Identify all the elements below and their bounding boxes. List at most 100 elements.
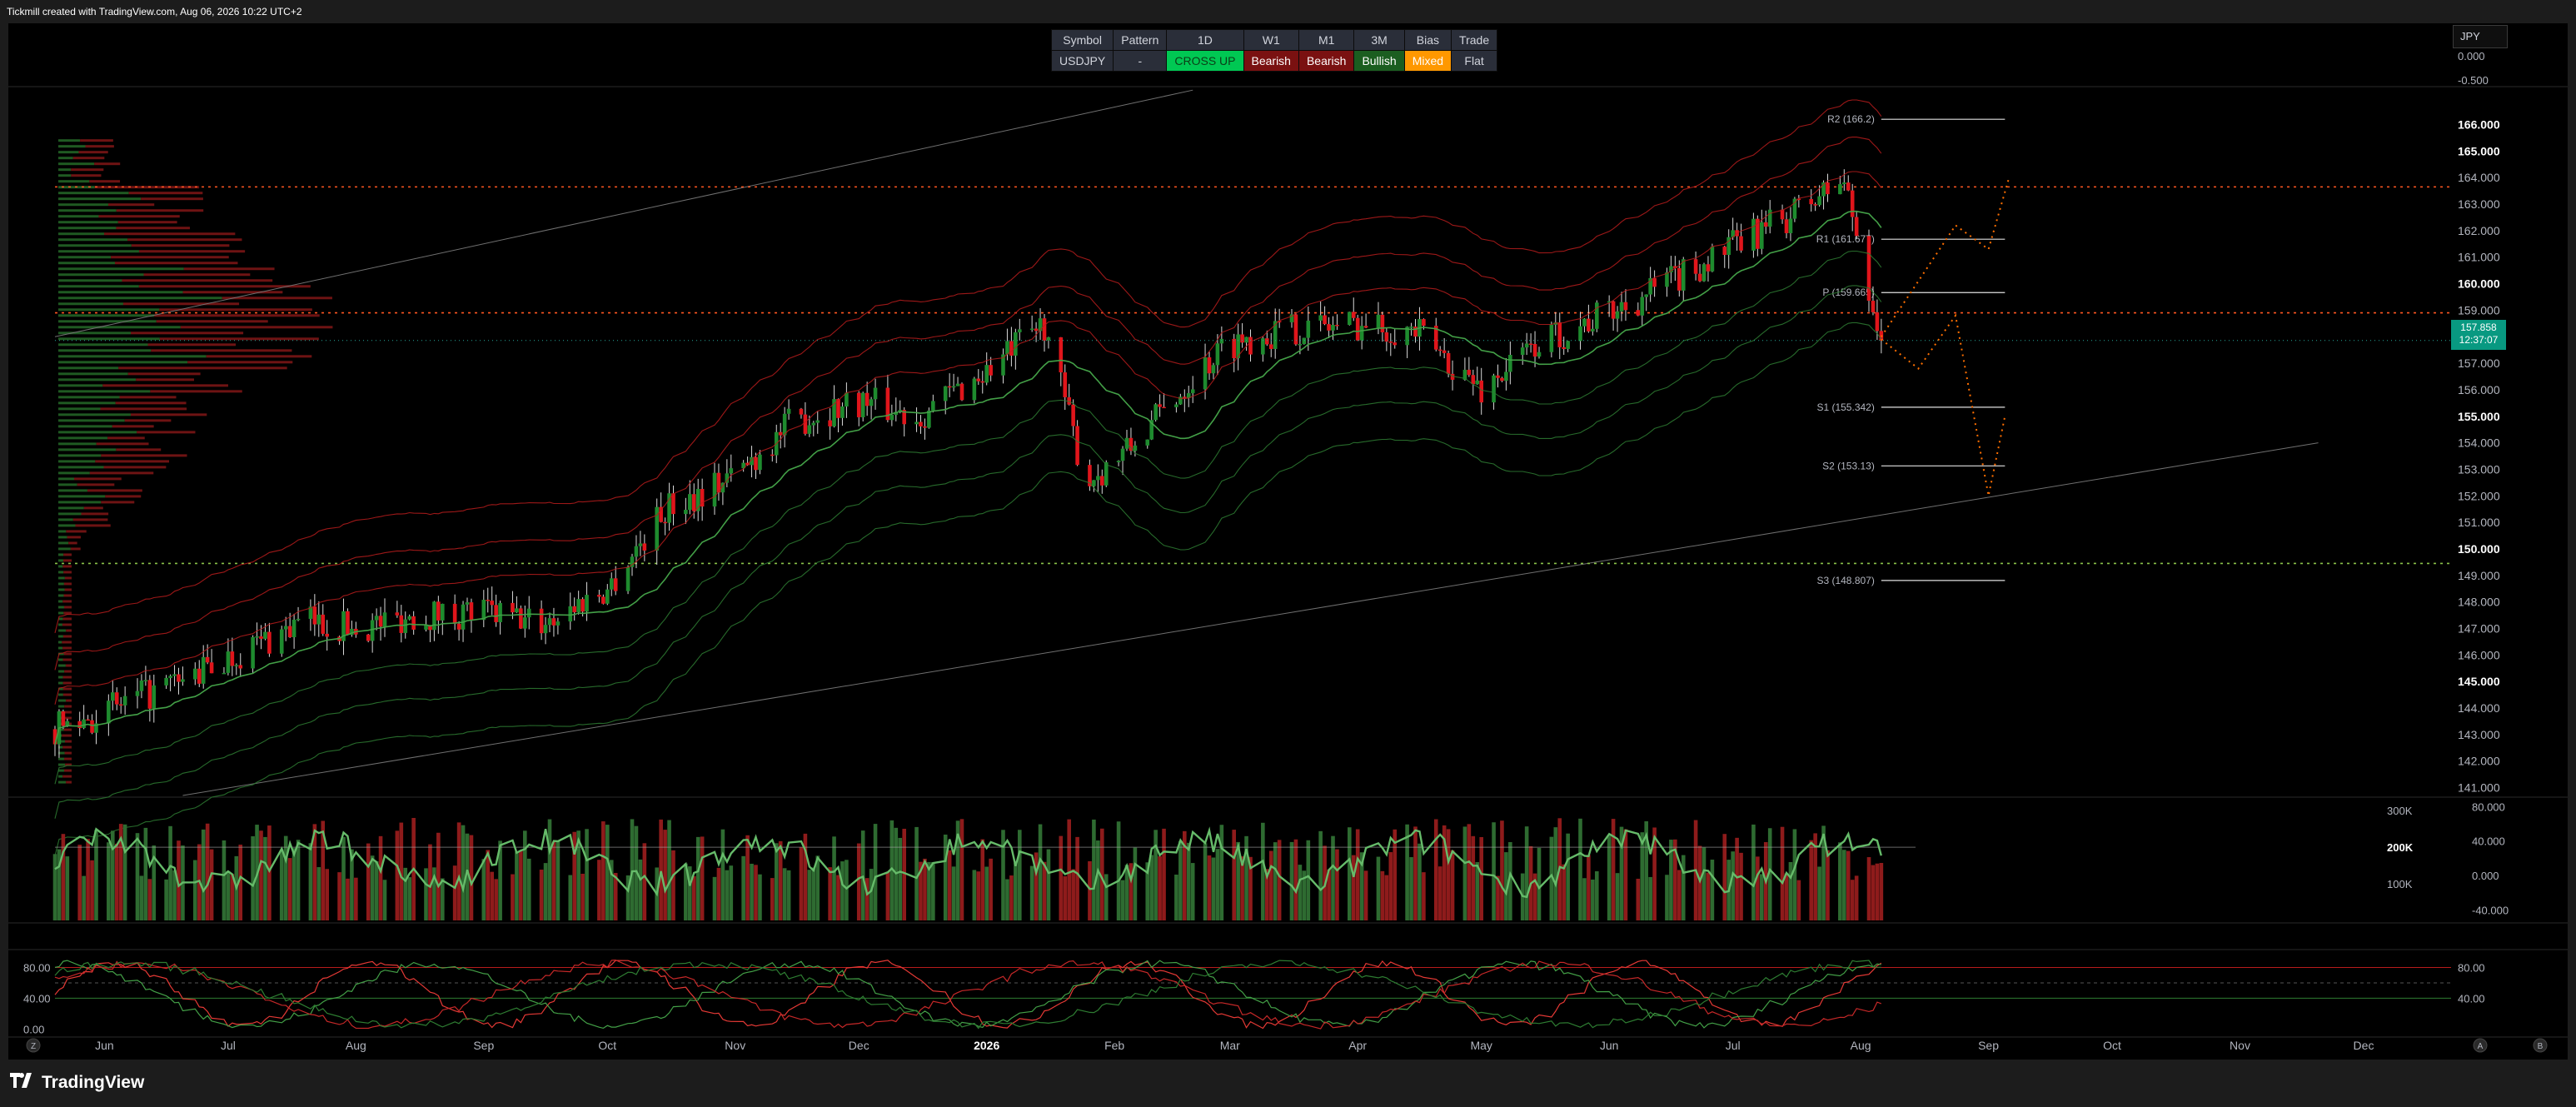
stochastic-left-tick-label: 0.00 xyxy=(23,1023,44,1035)
candle-body xyxy=(193,668,197,680)
candle-body xyxy=(1557,322,1562,347)
chart-canvas[interactable]: 0.000 -0.500 166.000 165.000 164.000 163.000 1… xyxy=(0,0,2576,1060)
volume-bar xyxy=(1838,842,1842,920)
cell-3m: Bullish xyxy=(1353,50,1405,72)
volume-profile-bar-down xyxy=(64,670,72,673)
volume-bar xyxy=(279,849,284,920)
time-axis-tick-label: Feb xyxy=(1104,1039,1124,1052)
volume-bar xyxy=(267,825,272,920)
volume-profile-bar-up xyxy=(58,431,137,434)
candle-body xyxy=(799,408,804,415)
volume-bar xyxy=(370,855,375,920)
volume-bar xyxy=(1219,825,1224,920)
volume-profile-bar-up xyxy=(58,489,87,492)
candle-body xyxy=(1446,352,1451,374)
candle-body xyxy=(1219,338,1224,344)
candle-body xyxy=(1100,476,1104,486)
volume-bar xyxy=(403,867,408,920)
candle-body xyxy=(1693,259,1698,274)
volume-profile-bar-up xyxy=(58,530,67,533)
volume-bar xyxy=(316,867,321,920)
volume-bar xyxy=(226,870,231,920)
candle-body xyxy=(172,674,177,676)
candle-body xyxy=(556,621,561,626)
volume-bar xyxy=(1335,849,1339,920)
volume-profile-bar-down xyxy=(122,279,273,282)
candle-body xyxy=(1492,375,1496,403)
volume-profile-bar-down xyxy=(89,471,154,475)
candle-body xyxy=(279,629,284,654)
volume-profile-bar-down xyxy=(72,518,108,521)
price-axis-tick-label: 154.000 xyxy=(2458,436,2500,450)
volume-profile-bar-up xyxy=(58,302,123,306)
volume-profile-bar-down xyxy=(87,489,142,492)
candle-body xyxy=(803,414,808,434)
candle-body xyxy=(597,595,601,597)
volume-profile-bar-down xyxy=(127,238,242,242)
candle-body xyxy=(1640,297,1645,316)
volume-profile-bar-up xyxy=(58,361,188,364)
candle-body xyxy=(811,422,816,426)
header-w1: W1 xyxy=(1243,29,1299,51)
volume-profile-bar-up xyxy=(58,349,152,352)
candle-body xyxy=(114,692,119,705)
volume-bar xyxy=(1405,824,1409,920)
candle-body xyxy=(1866,236,1871,302)
cell-trade: Flat xyxy=(1451,50,1498,72)
volume-bar xyxy=(947,850,952,920)
candle-body xyxy=(684,510,688,515)
volume-bar xyxy=(1706,872,1711,920)
candle-body xyxy=(1018,329,1022,332)
candle-body xyxy=(77,721,82,729)
candle-body xyxy=(1380,314,1385,333)
volume-bar xyxy=(1215,849,1220,920)
volume-profile-bar-up xyxy=(58,297,222,300)
candle-body xyxy=(576,599,580,612)
volume-profile-bar-up xyxy=(58,477,74,481)
volume-profile-bar-up xyxy=(58,471,90,475)
candle-body xyxy=(1780,209,1785,220)
price-axis-tick-label: 141.000 xyxy=(2458,780,2500,794)
candle-body xyxy=(255,636,259,638)
time-axis-tick-label: Nov xyxy=(725,1039,745,1052)
volume-bar xyxy=(1116,821,1121,920)
candle-body xyxy=(1120,448,1125,461)
volume-profile-bar-down xyxy=(154,314,320,317)
time-axis-tick-label: Dec xyxy=(849,1039,869,1052)
volume-profile-bar-down xyxy=(151,349,292,352)
pivot-level-label: S3 (148.807) xyxy=(1816,575,1874,586)
axis-control-button-label: Z xyxy=(31,1042,36,1051)
volume-bar xyxy=(1120,880,1125,920)
volume-bar xyxy=(1063,875,1068,920)
volume-bar xyxy=(1014,862,1018,920)
candle-body xyxy=(1784,219,1789,233)
volume-bar xyxy=(94,830,98,920)
candle-body xyxy=(931,401,935,411)
volume-profile-bar-down xyxy=(62,745,72,749)
volume-bar xyxy=(1784,873,1789,920)
volume-bar xyxy=(1739,852,1743,920)
candle-body xyxy=(1809,198,1813,205)
volume-bar xyxy=(1038,824,1043,920)
volume-profile-bar-down xyxy=(66,530,87,533)
volume-bar xyxy=(1413,826,1418,920)
volume-bar xyxy=(486,850,491,920)
time-axis-tick-label: Nov xyxy=(2230,1039,2250,1052)
volume-profile-bar-up xyxy=(58,168,72,172)
candle-body xyxy=(1348,312,1352,326)
currency-selector[interactable]: JPY xyxy=(2453,25,2508,48)
volume-profile-bar-down xyxy=(112,425,154,428)
candle-body xyxy=(267,631,272,654)
volume-profile-bar-down xyxy=(131,244,230,247)
volume-bar xyxy=(1492,822,1496,920)
price-axis-tick-label: 146.000 xyxy=(2458,648,2500,661)
tradingview-brand[interactable]: TradingView xyxy=(10,1070,144,1095)
volume-bar xyxy=(1331,835,1335,920)
volume-bar xyxy=(519,850,523,920)
candle-body xyxy=(539,608,544,634)
candle-body xyxy=(1471,375,1476,385)
candle-body xyxy=(86,719,90,721)
price-axis-tick-label: 163.000 xyxy=(2458,197,2500,211)
volume-bar xyxy=(712,876,717,920)
price-axis-tick-label: 159.000 xyxy=(2458,303,2500,317)
